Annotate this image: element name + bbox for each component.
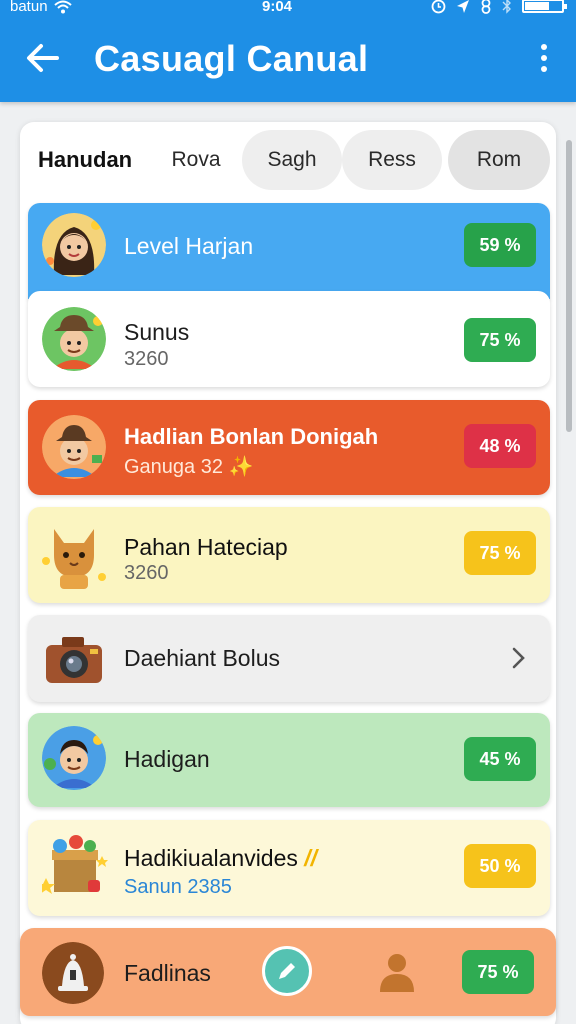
cat-avatar-icon [42, 521, 106, 589]
percent-badge: 75 % [464, 318, 536, 362]
title-decoration: // [304, 845, 318, 871]
row-title: Fadlinas [124, 960, 211, 986]
wifi-icon [53, 0, 72, 13]
percent-badge: 59 % [464, 223, 536, 267]
row-subtitle: 3260 [124, 348, 169, 370]
sparkle-emoji: ✨ [228, 456, 254, 478]
tab-sagh[interactable]: Sagh [242, 130, 342, 190]
row-title: Pahan Hateciap [124, 534, 288, 560]
tab-rom[interactable]: Rom [448, 130, 550, 190]
list-item-fadlinas[interactable]: Fadlinas 75 % [20, 928, 556, 1016]
list-item-hadigan[interactable]: Hadigan 45 % [28, 713, 550, 807]
scrollbar[interactable] [566, 140, 572, 432]
girl-avatar-icon [42, 213, 106, 277]
person-icon [380, 954, 414, 992]
row-title: Hadigan [124, 746, 210, 772]
more-options-button[interactable] [534, 42, 554, 74]
row-subtitle: 3260 [124, 562, 169, 584]
page-title: Casuagl Canual [94, 38, 369, 79]
back-button[interactable] [22, 38, 62, 78]
list-item-level-harjan[interactable]: Level Harjan 59 % [28, 203, 550, 299]
carrier-label: batun [10, 0, 48, 15]
percent-badge: 50 % [464, 844, 536, 888]
more-vert-icon [541, 44, 547, 50]
row-title: Sunus [124, 319, 190, 345]
row-title: Hadikiualanvides // [124, 845, 318, 871]
row-title: Daehiant Bolus [124, 645, 280, 671]
bluetooth-icon [502, 0, 511, 14]
cowboy-avatar-icon [42, 307, 106, 371]
row-title: Hadlian Bonlan Donigah [124, 424, 379, 449]
tab-rova[interactable]: Rova [156, 130, 236, 190]
arrow-left-icon [27, 44, 59, 72]
battery-icon [522, 0, 567, 13]
sync-icon [481, 0, 491, 14]
status-time: 9:04 [262, 0, 293, 15]
percent-badge: 45 % [464, 737, 536, 781]
location-icon [457, 0, 469, 13]
boy-avatar-icon [42, 726, 106, 790]
pencil-icon [279, 963, 295, 979]
percent-badge: 48 % [464, 424, 536, 468]
list-item-daehiant-bolus[interactable]: Daehiant Bolus [28, 615, 550, 702]
gardener-avatar-icon [42, 415, 106, 479]
alarm-icon [431, 0, 446, 13]
bell-icon [42, 942, 104, 1004]
percent-badge: 75 % [464, 531, 536, 575]
app-bar: batun 9:04 Casuagl Canual [0, 0, 576, 102]
camera-icon [42, 627, 106, 691]
gift-box-icon [37, 832, 108, 896]
row-title: Level Harjan [124, 233, 254, 259]
list-item-hadlian-bonlan-donigah[interactable]: Hadlian Bonlan Donigah Ganuga 32 ✨ 48 % [28, 400, 550, 495]
list-item-hadikiualanvides[interactable]: Hadikiualanvides // Sanun 2385 50 % [28, 820, 550, 916]
tab-hanudan[interactable]: Hanudan [38, 130, 146, 190]
status-bar: batun 9:04 [0, 0, 576, 18]
edit-button[interactable] [262, 946, 312, 996]
list-item-sunus[interactable]: Sunus 3260 75 % [28, 291, 550, 387]
tab-ress[interactable]: Ress [342, 130, 442, 190]
chevron-right-icon[interactable] [506, 646, 530, 670]
row-subtitle: Sanun 2385 [124, 876, 232, 898]
tab-bar: Hanudan Rova Sagh Ress Rom [20, 130, 556, 190]
row-subtitle: Ganuga 32 ✨ [124, 456, 254, 478]
percent-badge: 75 % [462, 950, 534, 994]
profile-button[interactable] [378, 952, 416, 992]
list-item-pahan-hateciap[interactable]: Pahan Hateciap 3260 75 % [28, 507, 550, 603]
